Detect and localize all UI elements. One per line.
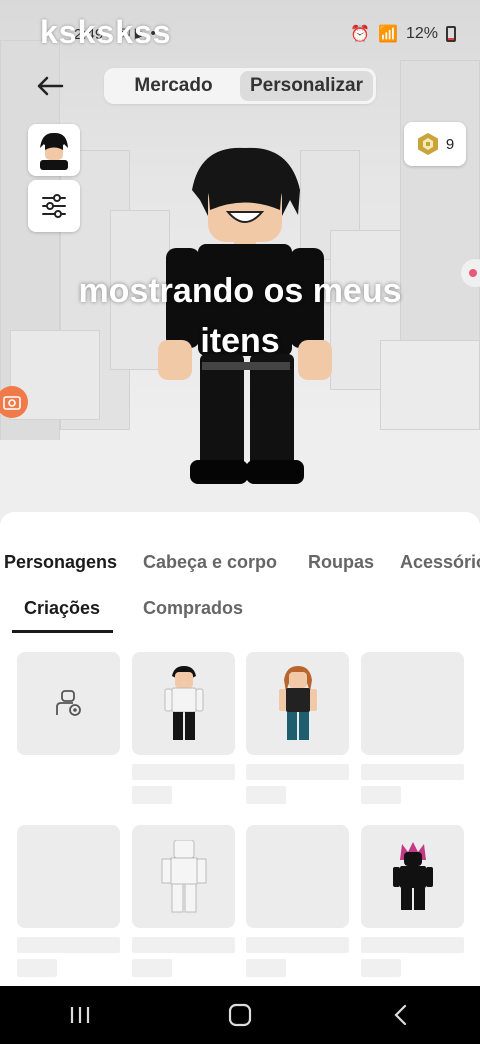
back-button[interactable]: [30, 68, 70, 104]
character-card-empty[interactable]: [361, 652, 464, 755]
character-card[interactable]: [132, 652, 235, 755]
filter-settings-button[interactable]: [28, 180, 80, 232]
label-placeholder: [361, 959, 401, 977]
recent-apps-button[interactable]: [50, 995, 110, 1035]
tab-clothing[interactable]: Roupas: [308, 552, 374, 573]
name-placeholder: [246, 937, 349, 953]
watermark-text: kskskss: [40, 14, 172, 50]
name-placeholder: [361, 937, 464, 953]
sliders-icon: [42, 194, 66, 218]
tab-customize[interactable]: Personalizar: [240, 71, 373, 101]
video-caption-line2: itens: [200, 322, 280, 360]
character-card[interactable]: [132, 825, 235, 928]
character-card-empty[interactable]: [17, 825, 120, 928]
tab-purchased[interactable]: Comprados: [143, 598, 243, 619]
avatar-blocky-white-icon: [161, 839, 206, 912]
mode-switcher: Mercado Personalizar: [104, 68, 376, 104]
chevron-left-icon: [394, 1004, 407, 1026]
label-placeholder: [132, 959, 172, 977]
tab-characters[interactable]: Personagens: [4, 552, 117, 573]
battery-icon: [446, 26, 456, 42]
recent-apps-icon: [70, 1007, 90, 1023]
wifi-signal-icon: 📶: [378, 26, 398, 43]
category-tabs: Personagens Cabeça e corpo Roupas Acessó…: [0, 552, 480, 578]
tab-head-body[interactable]: Cabeça e corpo: [143, 552, 277, 573]
label-placeholder: [361, 786, 401, 804]
name-placeholder: [17, 937, 120, 953]
status-right: ⏰ 📶 12%: [350, 24, 456, 44]
create-character-card[interactable]: [17, 652, 120, 755]
avatar-brown-hair-icon: [278, 665, 317, 740]
robux-icon: [417, 133, 438, 155]
character-card[interactable]: [361, 825, 464, 928]
name-placeholder: [132, 937, 235, 953]
home-button[interactable]: [210, 995, 270, 1035]
robux-count: 9: [445, 135, 455, 153]
battery-percent: 12%: [405, 25, 438, 42]
tab-market[interactable]: Mercado: [107, 71, 240, 101]
character-card-empty[interactable]: [246, 825, 349, 928]
camera-icon: [3, 396, 21, 410]
tab-accessories[interactable]: Acessórios: [400, 552, 480, 573]
alarm-icon: ⏰: [350, 26, 371, 43]
label-placeholder: [132, 786, 172, 804]
avatar-headshot-icon: [40, 132, 68, 170]
system-nav-bar: [0, 986, 480, 1044]
robux-balance[interactable]: 9: [404, 122, 466, 166]
video-caption-line1: mostrando os meus: [78, 272, 402, 310]
active-tab-indicator: [12, 630, 113, 633]
inventory-panel: Personagens Cabeça e corpo Roupas Acessó…: [0, 512, 480, 986]
create-character-icon: [55, 689, 81, 716]
avatar-white-shirt-icon: [164, 665, 203, 740]
name-placeholder: [132, 764, 235, 780]
tab-creations[interactable]: Criações: [24, 598, 100, 619]
name-placeholder: [246, 764, 349, 780]
avatar-headshot-button[interactable]: [28, 124, 80, 176]
label-placeholder: [246, 786, 286, 804]
back-nav-button[interactable]: [370, 995, 430, 1035]
avatar-pink-hair-black-icon: [392, 841, 433, 910]
label-placeholder: [246, 959, 286, 977]
character-card[interactable]: [246, 652, 349, 755]
label-placeholder: [17, 959, 57, 977]
name-placeholder: [361, 764, 464, 780]
avatar-figure: [158, 147, 332, 484]
arrow-left-icon: [37, 76, 64, 96]
home-icon: [228, 1003, 252, 1027]
